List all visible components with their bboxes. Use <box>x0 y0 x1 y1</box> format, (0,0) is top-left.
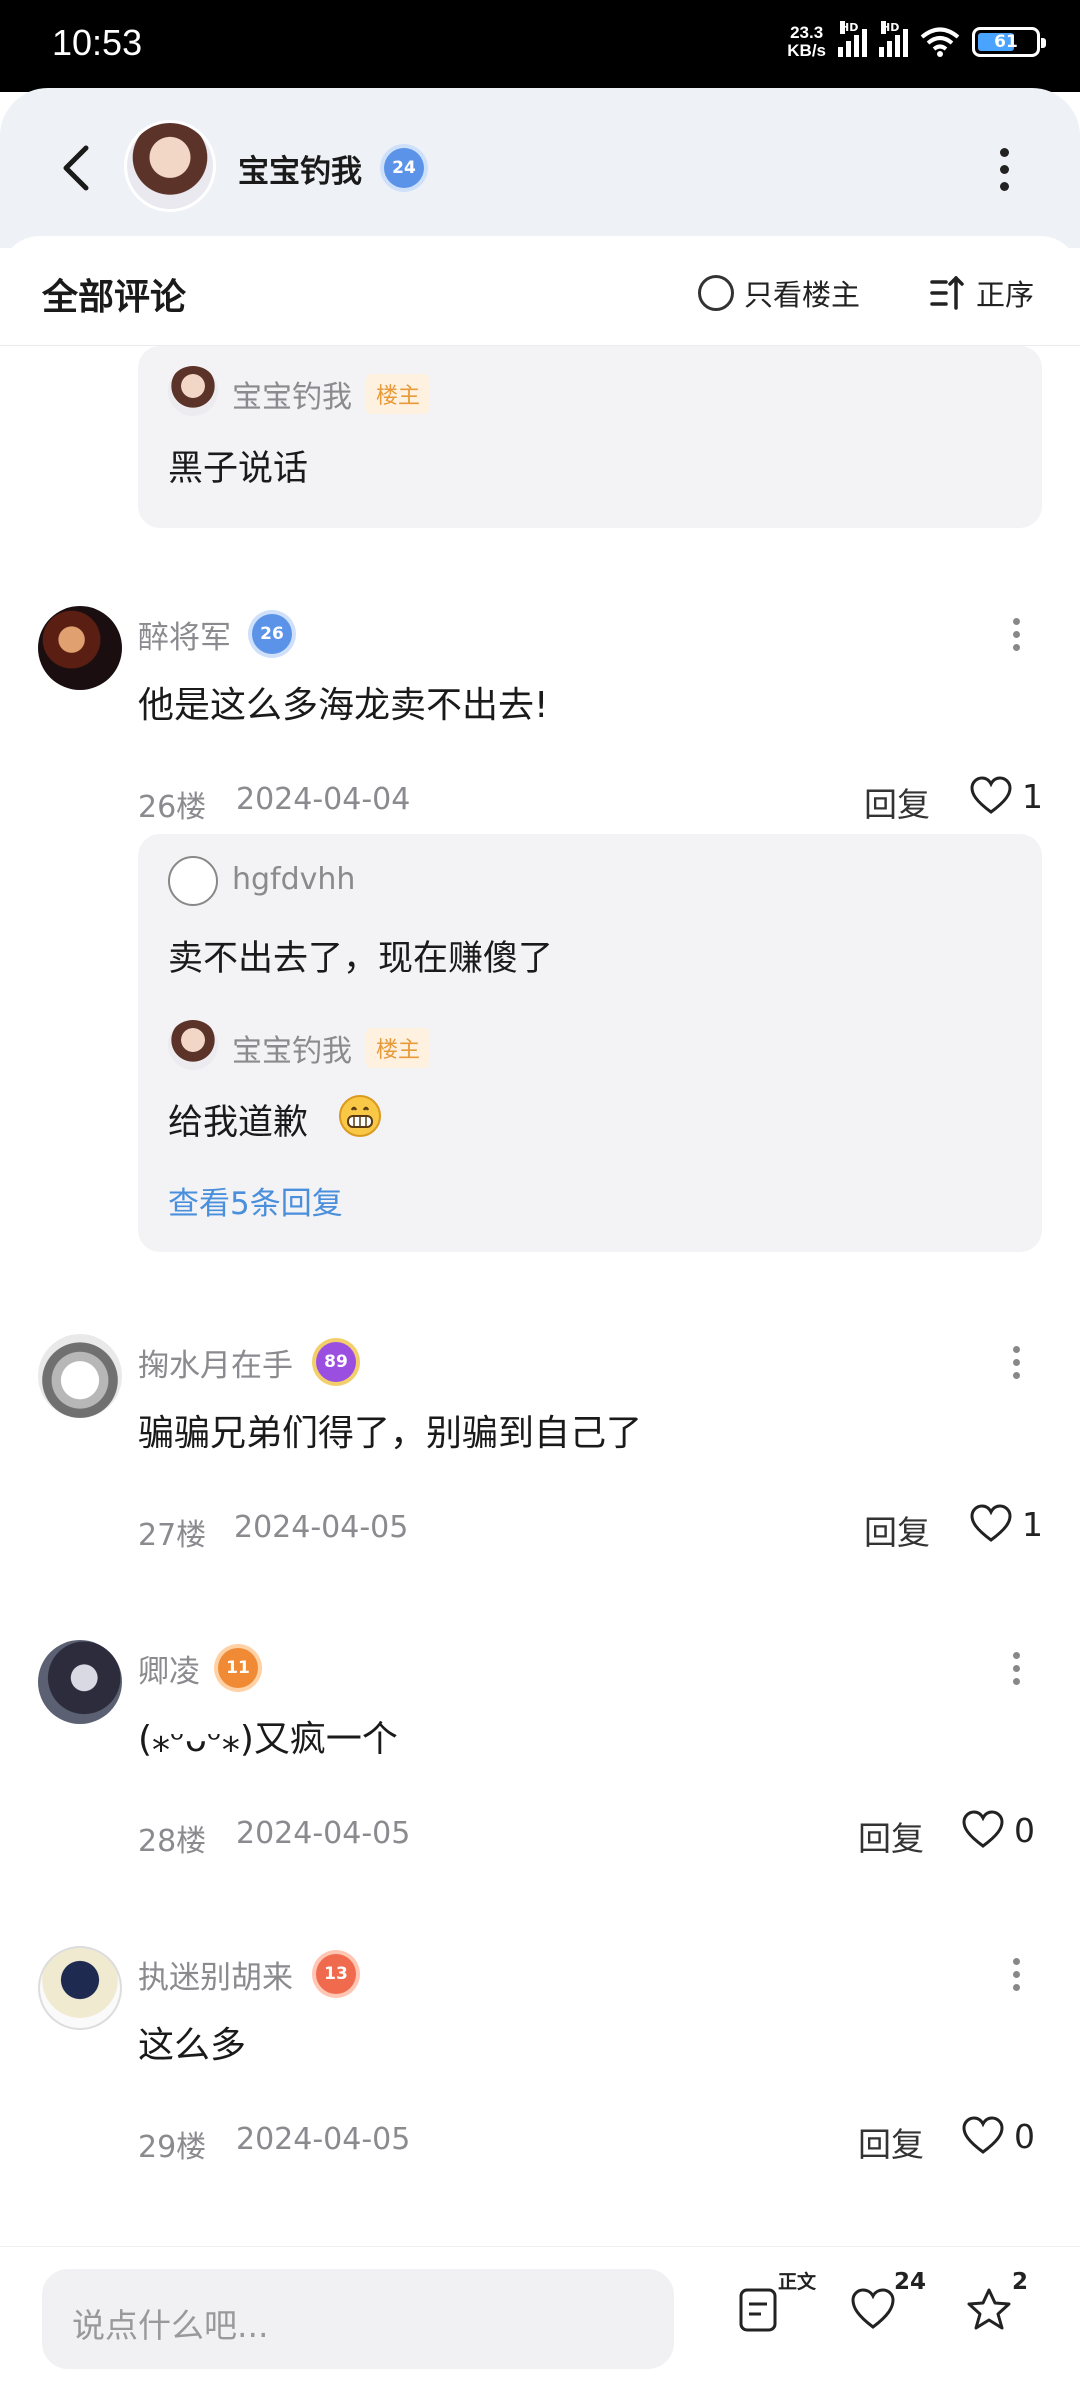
owner-tag: 楼主 <box>366 1028 431 1068</box>
network-speed: 23.3 KB/s <box>787 23 826 60</box>
heart-icon <box>970 776 1012 814</box>
sort-icon <box>930 276 964 310</box>
reply-button[interactable]: 回复 <box>864 1506 930 1554</box>
sort-order-button[interactable]: 正序 <box>930 272 1034 314</box>
signal-icon: HD <box>838 21 867 57</box>
view-more-replies-link[interactable]: 查看5条回复 <box>168 1178 343 1223</box>
level-badge: 11 <box>218 1648 258 1688</box>
like-button[interactable]: 1 <box>970 1504 1043 1544</box>
heart-icon <box>962 1810 1004 1848</box>
heart-icon <box>962 2116 1004 2154</box>
document-icon[interactable] <box>738 2287 778 2333</box>
reply-button[interactable]: 回复 <box>858 2118 924 2166</box>
comment-text: 这么多 <box>138 2025 247 2066</box>
commenter-avatar[interactable] <box>38 1334 122 1418</box>
commenter-name[interactable]: 执迷别胡来 <box>138 1952 293 1997</box>
battery-icon: 61 <box>972 27 1046 57</box>
post-header: 宝宝钓我 24 <box>0 88 1080 248</box>
radio-icon[interactable] <box>698 275 734 311</box>
reply-avatar[interactable] <box>168 1020 218 1070</box>
comment-more-icon[interactable] <box>1010 618 1022 651</box>
status-bar: 10:53 23.3 KB/s HD HD 61 <box>0 0 1080 92</box>
status-icons: 23.3 KB/s HD HD 61 <box>787 21 1046 60</box>
author-avatar[interactable] <box>124 120 216 212</box>
comment-text: 骗骗兄弟们得了，别骗到自己了 <box>138 1413 643 1454</box>
heart-icon <box>970 1504 1012 1542</box>
comments-sort-bar: 全部评论 只看楼主 正序 <box>0 236 1080 346</box>
comment-date: 2024-04-05 <box>234 1510 409 1545</box>
back-arrow-icon[interactable] <box>58 144 94 192</box>
level-badge: 26 <box>252 614 292 654</box>
heart-icon[interactable] <box>850 2287 896 2331</box>
document-label: 正文 <box>778 2271 817 2293</box>
owner-tag: 楼主 <box>366 374 431 414</box>
comment-floor: 28楼 <box>138 1824 207 1859</box>
reply-button[interactable]: 回复 <box>858 1812 924 1860</box>
reply-author-name[interactable]: hgfdvhh <box>232 862 355 897</box>
commenter-avatar[interactable] <box>38 1946 122 2030</box>
reply-text: 黑子说话 <box>168 449 309 489</box>
comment-more-icon[interactable] <box>1010 1958 1022 1991</box>
clock: 10:53 <box>52 22 143 63</box>
comment-text: (⁎ᵕᴗᵕ⁎)又疯一个 <box>138 1719 398 1760</box>
commenter-name[interactable]: 卿凌 <box>138 1646 200 1691</box>
comment-date: 2024-04-05 <box>236 2122 411 2157</box>
more-options-icon[interactable] <box>998 148 1010 191</box>
reply-author-name[interactable]: 宝宝钓我 <box>232 372 352 416</box>
reply-text: 给我道歉 <box>168 1103 309 1143</box>
comment-text: 他是这么多海龙卖不出去! <box>138 685 549 726</box>
commenter-name[interactable]: 醉将军 <box>138 612 231 657</box>
level-badge: 13 <box>316 1954 356 1994</box>
reply-button[interactable]: 回复 <box>864 778 930 826</box>
comment-date: 2024-04-04 <box>236 782 411 817</box>
comments-sheet: 全部评论 只看楼主 正序 宝宝钓我 楼主 黑子说话 醉将军 26 他是这么多海龙… <box>0 236 1080 2240</box>
level-badge: 89 <box>316 1342 356 1382</box>
reply-text: 卖不出去了，现在赚傻了 <box>168 939 554 979</box>
reply-avatar[interactable] <box>168 366 218 416</box>
reply-avatar[interactable] <box>168 856 218 906</box>
favorite-count: 2 <box>1012 2269 1029 2295</box>
commenter-name[interactable]: 掬水月在手 <box>138 1340 293 1385</box>
comment-floor: 26楼 <box>138 790 207 825</box>
like-count: 24 <box>894 2269 927 2295</box>
owner-only-toggle[interactable]: 只看楼主 <box>698 272 860 314</box>
comment-input-bar: 说点什么吧... 正文 24 2 <box>0 2246 1080 2400</box>
grin-emoji-icon <box>339 1095 381 1137</box>
star-icon[interactable] <box>966 2287 1012 2331</box>
comment-floor: 27楼 <box>138 1518 207 1553</box>
commenter-avatar[interactable] <box>38 606 122 690</box>
author-level-badge: 24 <box>384 148 424 188</box>
reply-box[interactable]: 宝宝钓我 楼主 黑子说话 <box>138 346 1042 528</box>
comment-more-icon[interactable] <box>1010 1652 1022 1685</box>
comment-date: 2024-04-05 <box>236 1816 411 1851</box>
reply-author-name[interactable]: 宝宝钓我 <box>232 1026 352 1070</box>
comment-input[interactable]: 说点什么吧... <box>42 2269 674 2369</box>
comment-more-icon[interactable] <box>1010 1346 1022 1379</box>
commenter-avatar[interactable] <box>38 1640 122 1724</box>
comment-floor: 29楼 <box>138 2130 207 2165</box>
author-name[interactable]: 宝宝钓我 <box>238 146 362 191</box>
like-button[interactable]: 0 <box>962 1810 1035 1850</box>
wifi-icon <box>920 27 960 57</box>
replies-box[interactable]: hgfdvhh 卖不出去了，现在赚傻了 宝宝钓我 楼主 给我道歉 查看5条回复 <box>138 834 1042 1252</box>
like-button[interactable]: 0 <box>962 2116 1035 2156</box>
signal-icon-2: HD <box>879 21 908 57</box>
all-comments-title: 全部评论 <box>42 277 187 318</box>
like-button[interactable]: 1 <box>970 776 1043 816</box>
